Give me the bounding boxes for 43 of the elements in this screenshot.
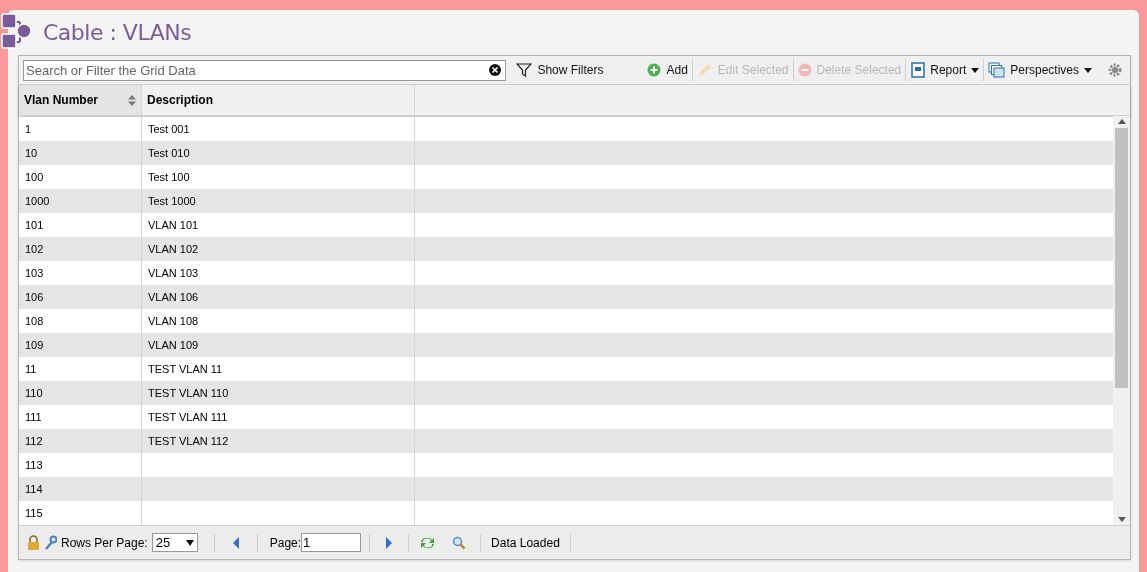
perspectives-button[interactable]: Perspectives <box>983 59 1096 81</box>
table-row[interactable]: 106 VLAN 106 <box>19 285 1113 309</box>
minus-icon <box>797 63 812 77</box>
status-text: Data Loaded <box>491 534 560 552</box>
page-title: Cable : VLANs <box>43 19 192 47</box>
page-field[interactable]: 1 <box>301 533 362 552</box>
table-row[interactable]: 110 TEST VLAN 110 <box>19 381 1113 405</box>
scrollbar[interactable] <box>1113 116 1130 525</box>
notebook-icon <box>910 62 926 78</box>
table-row[interactable]: 102 VLAN 102 <box>19 237 1113 261</box>
filter-button[interactable]: Show Filters <box>512 59 608 81</box>
magnifier-icon[interactable] <box>452 535 467 550</box>
next-page-icon[interactable] <box>386 536 393 549</box>
rows-per-page-select[interactable]: 25 <box>151 533 198 552</box>
previous-page-icon[interactable] <box>232 536 239 549</box>
scroll-down-icon[interactable] <box>1117 517 1126 523</box>
settings-icon <box>1108 63 1122 77</box>
table-row[interactable]: 1000 Test 1000 <box>19 189 1113 213</box>
add-button[interactable]: Add <box>643 59 692 81</box>
report-button[interactable]: Report <box>905 59 984 81</box>
table-row[interactable]: 112 TEST VLAN 112 <box>19 429 1113 453</box>
column-header[interactable]: Vlan Number <box>19 85 142 115</box>
plus-icon <box>647 63 662 77</box>
table-row[interactable]: 114 <box>19 477 1113 501</box>
table-row[interactable]: 10 Test 010 <box>19 141 1113 165</box>
dropdown-caret-icon <box>185 539 194 546</box>
padlock-icon[interactable] <box>27 534 40 551</box>
clear-icon[interactable] <box>489 63 502 76</box>
sort-icon[interactable] <box>128 94 136 106</box>
search-field[interactable]: Search or Filter the Grid Data <box>23 59 507 81</box>
windows-icon <box>988 62 1006 78</box>
rows-per-page-label: Rows Per Page: <box>61 534 148 552</box>
column-header[interactable]: Description <box>142 85 415 115</box>
page-label: Page: <box>269 534 302 552</box>
caret-icon <box>971 67 980 73</box>
scroll-thumb[interactable] <box>1115 128 1128 388</box>
wrench-icon[interactable] <box>44 534 57 551</box>
caret-icon <box>1084 67 1092 73</box>
pencil-icon <box>696 62 713 78</box>
scroll-up-icon[interactable] <box>1117 118 1126 124</box>
table-row[interactable]: 109 VLAN 109 <box>19 333 1113 357</box>
refresh-icon[interactable] <box>419 535 437 550</box>
filter-icon <box>516 63 533 77</box>
